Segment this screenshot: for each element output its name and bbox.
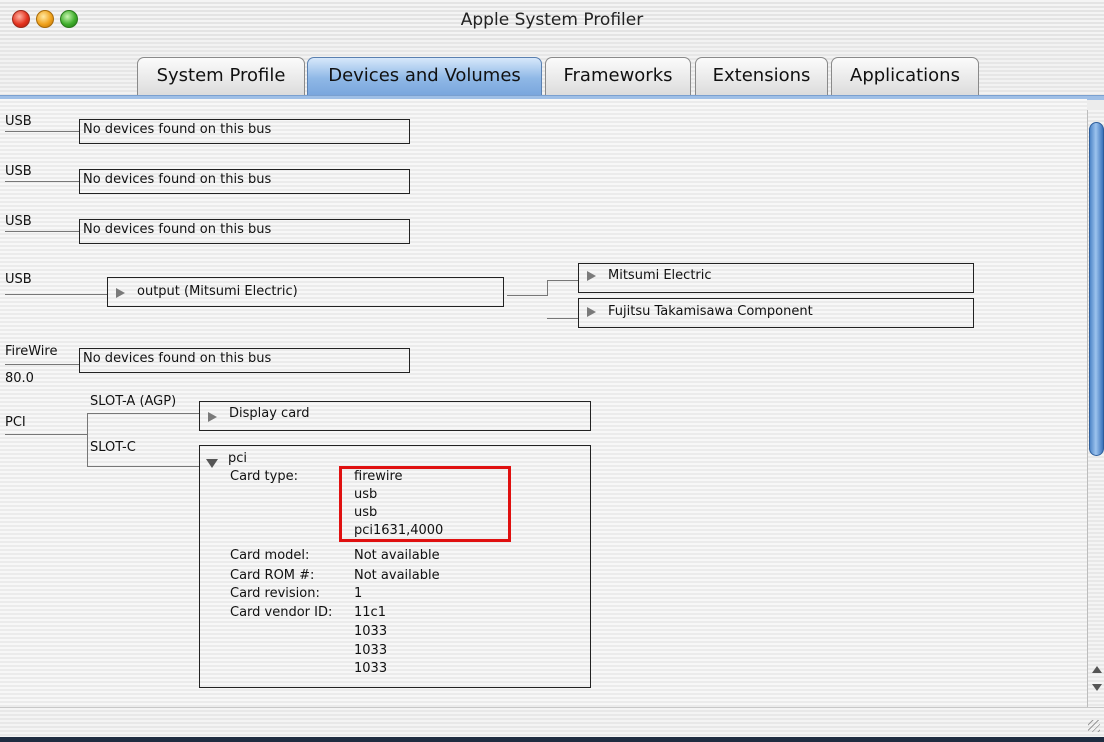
tab-devices-and-volumes[interactable]: Devices and Volumes: [307, 57, 542, 95]
highlight-rectangle: [339, 466, 511, 542]
slot-label: SLOT-C: [90, 440, 136, 455]
bus-status-box: No devices found on this bus: [79, 119, 410, 144]
card-revision-value: 1: [354, 586, 363, 601]
card-type-label: Card type:: [230, 469, 298, 484]
tree-connector: [87, 413, 200, 414]
tree-connector: [507, 295, 547, 296]
scrollbar-thumb[interactable]: [1089, 122, 1104, 456]
card-vendor-value: 1033: [354, 643, 388, 658]
tab-applications[interactable]: Applications: [831, 57, 979, 95]
card-revision-label: Card revision:: [230, 586, 320, 601]
tab-extensions[interactable]: Extensions: [695, 57, 828, 95]
tab-frameworks[interactable]: Frameworks: [545, 57, 691, 95]
disclosure-triangle-icon[interactable]: [208, 412, 217, 422]
usb-device-row[interactable]: Mitsumi Electric: [578, 263, 974, 293]
disclosure-triangle-icon[interactable]: [587, 271, 596, 281]
tree-connector: [547, 280, 579, 281]
bus-status-box: No devices found on this bus: [79, 169, 410, 194]
tree-connector: [5, 231, 80, 232]
card-model-value: Not available: [354, 548, 440, 563]
card-vendor-label: Card vendor ID:: [230, 605, 333, 620]
bus-label-usb: USB: [5, 164, 32, 179]
bus-label-usb: USB: [5, 114, 32, 129]
display-card-row[interactable]: Display card: [199, 401, 591, 431]
bus-status-box: No devices found on this bus: [79, 219, 410, 244]
scroll-up-arrow-icon[interactable]: [1092, 666, 1102, 673]
card-rom-label: Card ROM #:: [230, 568, 315, 583]
window-footer: [0, 707, 1104, 738]
bus-speed-label: 80.0: [5, 371, 34, 386]
tab-system-profile[interactable]: System Profile: [137, 57, 305, 95]
tree-connector: [87, 413, 88, 466]
bus-status-text: No devices found on this bus: [83, 122, 272, 137]
tree-connector: [87, 466, 200, 467]
card-vendor-value: 1033: [354, 624, 388, 639]
bus-status-text: No devices found on this bus: [83, 222, 272, 237]
bus-status-text: No devices found on this bus: [83, 351, 272, 366]
resize-grip-icon[interactable]: [1088, 720, 1100, 732]
usb-device-label: Mitsumi Electric: [608, 268, 712, 283]
card-vendor-value: 11c1: [354, 605, 386, 620]
window-title: Apple System Profiler: [460, 10, 644, 30]
bus-status-text: No devices found on this bus: [83, 172, 272, 187]
bus-status-box: No devices found on this bus: [79, 348, 410, 373]
card-model-label: Card model:: [230, 548, 310, 563]
disclosure-triangle-icon[interactable]: [587, 307, 596, 317]
tree-connector: [5, 181, 80, 182]
card-rom-value: Not available: [354, 568, 440, 583]
tree-connector: [547, 318, 579, 319]
slot-label: SLOT-A (AGP): [90, 394, 177, 409]
bus-label-pci: PCI: [5, 415, 26, 430]
tree-connector: [547, 280, 548, 296]
display-card-label: Display card: [229, 406, 310, 421]
tree-connector: [5, 434, 88, 435]
usb-hub-label: output (Mitsumi Electric): [137, 284, 298, 299]
card-vendor-value: 1033: [354, 661, 388, 676]
disclosure-triangle-expanded-icon[interactable]: [206, 459, 218, 468]
pci-card-label: pci: [228, 451, 248, 466]
tree-connector: [5, 131, 80, 132]
tree-connector: [5, 364, 80, 365]
desktop-edge: [0, 737, 1104, 742]
bus-label-usb: USB: [5, 214, 32, 229]
usb-hub-row[interactable]: output (Mitsumi Electric): [107, 277, 504, 307]
scroll-down-arrow-icon[interactable]: [1092, 684, 1102, 691]
usb-device-row[interactable]: Fujitsu Takamisawa Component: [578, 298, 974, 328]
disclosure-triangle-icon[interactable]: [116, 288, 125, 298]
bus-label-usb: USB: [5, 272, 32, 287]
bus-label-firewire: FireWire: [5, 344, 58, 359]
usb-device-label: Fujitsu Takamisawa Component: [608, 304, 813, 319]
tree-connector: [5, 294, 108, 295]
